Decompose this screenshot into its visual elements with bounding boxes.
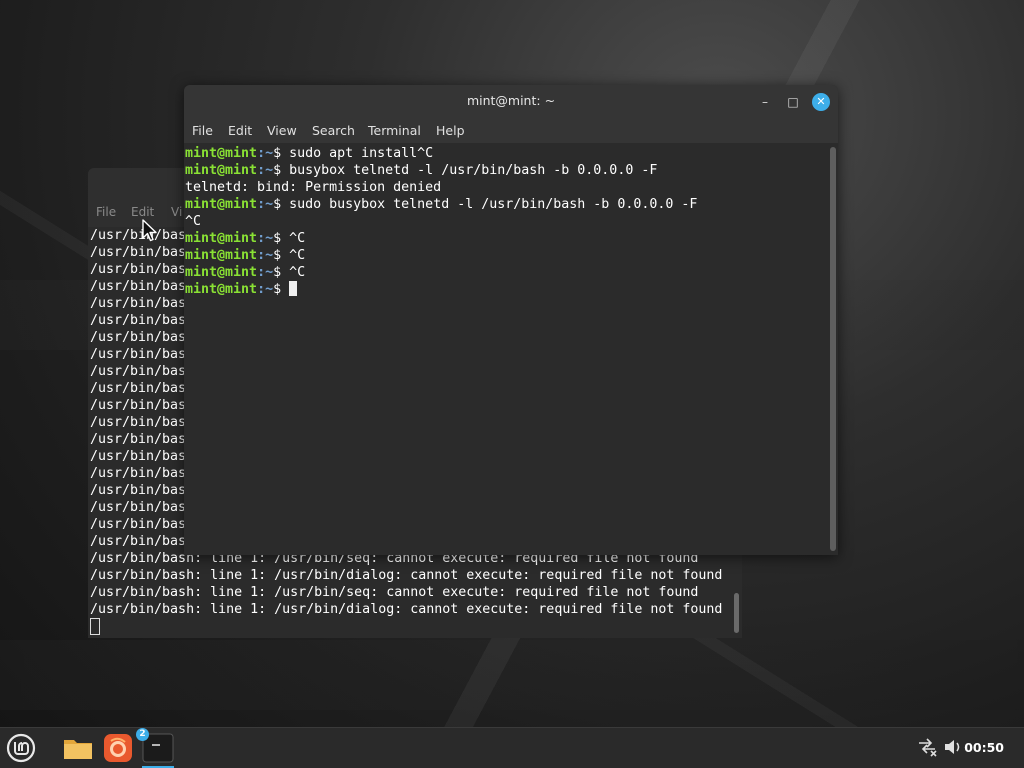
prompt-path: :~ — [257, 231, 274, 246]
terminal-line: /usr/bin/bas — [90, 483, 187, 498]
clock[interactable]: 00:50 — [964, 740, 1004, 755]
prompt-path: :~ — [257, 197, 274, 212]
terminal-line: /usr/bin/bas — [90, 500, 187, 515]
back-menu-edit[interactable]: Edit — [131, 205, 154, 219]
prompt-path: :~ — [257, 248, 274, 263]
prompt-path: :~ — [257, 163, 274, 178]
front-terminal-output[interactable]: mint@mint:~$ sudo apt install^C mint@mint… — [185, 145, 828, 555]
terminal-line: /usr/bin/bas — [90, 347, 187, 362]
command-text: ^C — [289, 248, 306, 263]
prompt-sign: $ — [273, 146, 290, 161]
maximize-icon[interactable]: □ — [784, 93, 802, 111]
prompt-user: mint@mint — [185, 282, 258, 297]
terminal-line: /usr/bin/bas — [90, 449, 187, 464]
terminal-line: mint@mint:~$ ^C — [185, 264, 828, 281]
back-terminal-scrollbar[interactable] — [734, 593, 739, 633]
text-cursor — [90, 618, 100, 635]
terminal-line: /usr/bin/bas — [90, 313, 187, 328]
prompt-user: mint@mint — [185, 146, 258, 161]
terminal-line: /usr/bin/bas — [90, 296, 187, 311]
terminal-line: telnetd: bind: Permission denied — [185, 179, 828, 196]
prompt-sign: $ — [273, 163, 290, 178]
terminal-line: /usr/bin/bas — [90, 432, 187, 447]
window-title: mint@mint: ~ — [466, 93, 556, 108]
prompt-user: mint@mint — [185, 163, 258, 178]
terminal-line: ^C — [185, 213, 828, 230]
prompt-path: :~ — [257, 282, 274, 297]
menu-icon[interactable] — [5, 732, 37, 764]
taskbar: 2 00:50 — [0, 727, 1024, 768]
terminal-line: /usr/bin/bas — [90, 534, 187, 549]
prompt-user: mint@mint — [185, 248, 258, 263]
network-disconnected-icon[interactable] — [916, 736, 938, 758]
terminal-line: /usr/bin/bas — [90, 245, 187, 260]
menu-search[interactable]: Search — [312, 123, 355, 138]
terminal-window-count-badge: 2 — [136, 728, 149, 741]
command-text: ^C — [289, 231, 306, 246]
prompt-sign: $ — [273, 231, 290, 246]
back-menu-view[interactable]: Vi — [171, 205, 182, 219]
terminal-line: /usr/bin/bash: line 1: /usr/bin/dialog: … — [90, 568, 723, 583]
command-text: ^C — [289, 265, 306, 280]
front-terminal-titlebar[interactable]: mint@mint: ~ – □ ✕ — [184, 85, 838, 117]
volume-icon[interactable] — [942, 736, 964, 758]
terminal-line: /usr/bin/bas — [90, 364, 187, 379]
menu-terminal[interactable]: Terminal — [368, 123, 421, 138]
terminal-line: /usr/bin/bash: line 1: /usr/bin/dialog: … — [90, 602, 723, 617]
terminal-line: /usr/bin/bas — [90, 517, 187, 532]
command-text: busybox telnetd -l /usr/bin/bash -b 0.0.… — [289, 163, 658, 178]
terminal-line: /usr/bin/bas — [90, 228, 187, 243]
prompt-user: mint@mint — [185, 265, 258, 280]
menu-view[interactable]: View — [267, 123, 297, 138]
front-terminal-window[interactable]: mint@mint: ~ – □ ✕ File Edit View Search… — [184, 85, 838, 555]
terminal-line: mint@mint:~$ ^C — [185, 247, 828, 264]
prompt-path: :~ — [257, 146, 274, 161]
front-terminal-scrollbar[interactable] — [830, 147, 836, 551]
front-terminal-menubar: File Edit View Search Terminal Help — [184, 117, 838, 143]
terminal-line: mint@mint:~$ busybox telnetd -l /usr/bin… — [185, 162, 828, 179]
terminal-line: /usr/bin/bas — [90, 466, 187, 481]
prompt-sign: $ — [273, 282, 290, 297]
terminal-line: /usr/bin/bas — [90, 262, 187, 277]
command-text: telnetd: bind: Permission denied — [185, 180, 442, 195]
terminal-line: mint@mint:~$ sudo busybox telnetd -l /us… — [185, 196, 828, 213]
command-text: sudo busybox telnetd -l /usr/bin/bash -b… — [289, 197, 698, 212]
firefox-icon[interactable] — [102, 732, 134, 764]
terminal-line: mint@mint:~$ ^C — [185, 230, 828, 247]
back-menu-file[interactable]: File — [96, 205, 116, 219]
terminal-icon[interactable]: 2 — [136, 728, 174, 768]
mouse-pointer-icon — [142, 219, 157, 242]
menu-file[interactable]: File — [192, 123, 213, 138]
prompt-sign: $ — [273, 197, 290, 212]
prompt-path: :~ — [257, 265, 274, 280]
prompt-user: mint@mint — [185, 197, 258, 212]
terminal-line: mint@mint:~$ — [185, 281, 828, 298]
terminal-line: /usr/bin/bas — [90, 398, 187, 413]
command-text: ^C — [185, 214, 202, 229]
terminal-line: /usr/bin/bas — [90, 381, 187, 396]
minimize-icon[interactable]: – — [756, 93, 774, 111]
text-cursor — [289, 281, 298, 296]
close-icon[interactable]: ✕ — [812, 93, 830, 111]
terminal-line: /usr/bin/bas — [90, 330, 187, 345]
command-text: sudo apt install^C — [289, 146, 434, 161]
prompt-sign: $ — [273, 265, 290, 280]
terminal-line: /usr/bin/bas — [90, 279, 187, 294]
terminal-line: /usr/bin/bash: line 1: /usr/bin/seq: can… — [90, 585, 699, 600]
menu-help[interactable]: Help — [436, 123, 465, 138]
files-icon[interactable] — [62, 732, 94, 764]
prompt-sign: $ — [273, 248, 290, 263]
menu-edit[interactable]: Edit — [228, 123, 252, 138]
prompt-user: mint@mint — [185, 231, 258, 246]
terminal-line: mint@mint:~$ sudo apt install^C — [185, 145, 828, 162]
terminal-line: /usr/bin/bas — [90, 415, 187, 430]
